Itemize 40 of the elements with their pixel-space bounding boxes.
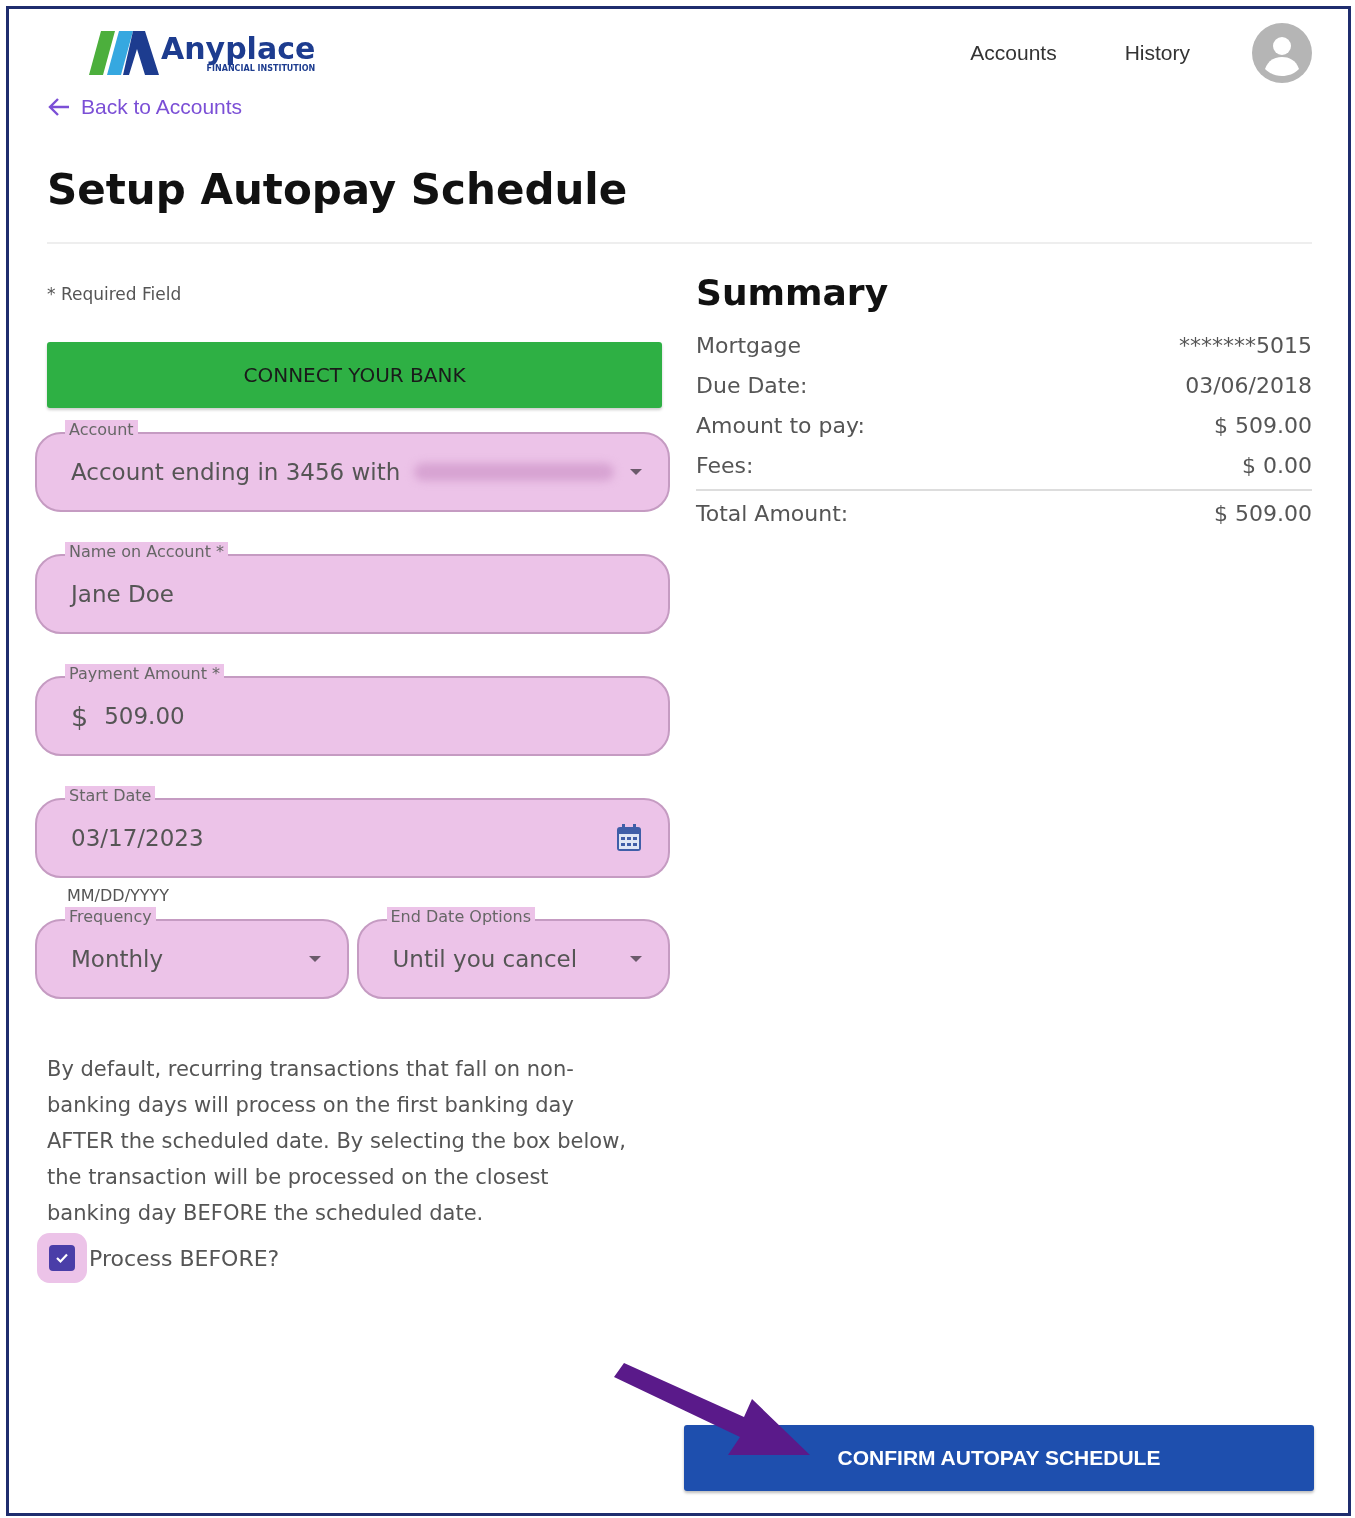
brand-name: Anyplace [161, 33, 316, 64]
field-label: End Date Options [386, 907, 536, 926]
currency-prefix: $ [71, 700, 89, 732]
total-label: Total Amount: [696, 500, 849, 526]
nav-link[interactable]: History [1124, 41, 1190, 65]
field-value: Jane Doe [71, 581, 174, 607]
total-value: $ 509.00 [1214, 500, 1312, 526]
field-label: Payment Amount * [65, 664, 225, 683]
caret-icon [630, 469, 642, 475]
field-value: 509.00 [104, 703, 185, 729]
caret-icon [308, 956, 321, 962]
logo-icon [89, 29, 159, 77]
summary-value: *******5015 [1179, 332, 1312, 358]
connect-bank-button[interactable]: CONNECT YOUR BANK [47, 342, 662, 408]
summary-value: $ 509.00 [1214, 412, 1312, 438]
caret-icon [630, 956, 642, 962]
brand-tagline: FINANCIAL INSTITUTION [206, 63, 316, 73]
field-value: Until you cancel [392, 946, 578, 972]
page-title: Setup Autopay Schedule [47, 165, 629, 214]
summary-value: 03/06/2018 [1185, 372, 1312, 398]
field-label: Frequency [65, 907, 156, 926]
calendar-icon[interactable] [616, 824, 642, 852]
summary-value: $ 0.00 [1242, 452, 1312, 478]
nav-link[interactable]: Accounts [970, 41, 1057, 65]
summary-label: Mortgage [696, 332, 802, 358]
field-value: Monthly [71, 946, 164, 972]
confirm-button[interactable]: CONFIRM AUTOPAY SCHEDULE [684, 1425, 1314, 1491]
summary-label: Due Date: [696, 372, 808, 398]
field-value: Account ending in 3456 with [71, 459, 401, 485]
back-arrow-icon [47, 97, 71, 117]
helper-text: MM/DD/YYYY [67, 886, 171, 905]
pointer-arrow-icon [612, 1363, 812, 1458]
required-note: * Required Field [47, 284, 183, 304]
checkbox-label: Process BEFORE? [89, 1245, 280, 1271]
summary-label: Amount to pay: [696, 412, 865, 438]
info-paragraph: By default, recurring transactions that fall on non-banking days will process on the first banking day AFTER the scheduled date. By selecting the box below, the transaction will be processed on the closest banking day BEFORE the scheduled date. [47, 1056, 627, 1227]
field-value: 03/17/2023 [71, 825, 204, 851]
summary-title: Summary [696, 272, 890, 313]
summary-label: Fees: [696, 452, 754, 478]
back-link[interactable]: Back to Accounts [47, 95, 243, 119]
